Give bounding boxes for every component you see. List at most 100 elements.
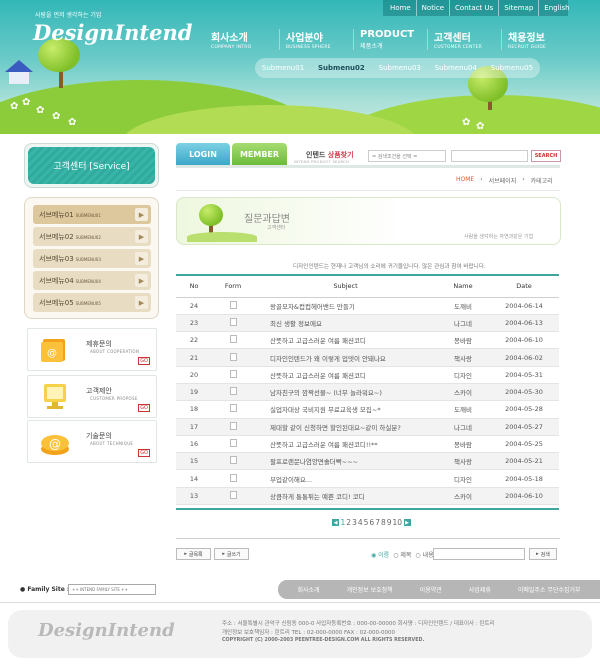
pagination: ◀ 1 2 3 4 5 6 7 8 9 10 ▶	[332, 518, 411, 527]
table-row[interactable]: 24 왕골모자&컵컵헤어밴드 만들기 도깨비 2004-06-14	[176, 297, 559, 315]
prev-page-button[interactable]: ◀	[332, 519, 339, 526]
footer-link-company[interactable]: 회사소개	[298, 585, 320, 594]
product-search-input[interactable]	[451, 150, 528, 162]
logo-tagline: 사람을 먼저 생각하는 기업	[35, 12, 102, 19]
submenu-item-3[interactable]: Submenu03	[379, 64, 421, 72]
topnav-home-link[interactable]: Home	[385, 0, 416, 16]
mainnav-recruit[interactable]: 채용정보 RECRUIT GUIDE	[501, 29, 575, 50]
flower-icon: ✿	[68, 117, 77, 128]
topnav-english-link[interactable]: English	[538, 0, 574, 16]
write-button[interactable]: ▸ 글쓰기	[214, 548, 249, 560]
row-subject-link[interactable]: 최신 생활 정보에요	[254, 314, 437, 333]
row-subject-link[interactable]: 팔프로랜문나염양면솔더빡~~~	[254, 452, 437, 471]
row-subject-link[interactable]: 상큼하게 통통튀는 예쁜 코디! 코디	[254, 487, 437, 506]
table-row[interactable]: 15 팔프로랜문나염양면솔더빡~~~ 책사랑 2004-05-21	[176, 452, 559, 471]
board-search-input[interactable]	[433, 548, 525, 560]
go-button[interactable]: GO	[138, 357, 150, 365]
cooperation-card[interactable]: @ 제휴문의 ABOUT COOPERATION GO	[27, 328, 157, 371]
table-row[interactable]: 20 산뜻하고 고급스러운 여름 패션코디 디자인 2004-05-31	[176, 366, 559, 384]
footer-link-terms[interactable]: 이용약관	[420, 585, 442, 594]
sidebar-item-sublabel: SUBMENU04	[75, 278, 101, 284]
footer-link-email-policy[interactable]: 이메일주소 무단수집거부	[518, 585, 581, 594]
submenu-item-2[interactable]: Submenu02	[318, 64, 365, 72]
search-opt-content[interactable]: ○ 내용	[415, 550, 433, 559]
sidebar-item-5[interactable]: 서브메뉴05 SUBMENU05 ▶	[33, 293, 151, 312]
row-subject-link[interactable]: 남자친구의 깜짝선물~ (너무 놀라워요~)	[254, 383, 437, 402]
breadcrumb-subpage[interactable]: 서브페이지	[489, 176, 517, 185]
member-tab[interactable]: MEMBER	[232, 143, 287, 165]
sidebar-submenu: 서브메뉴01 SUBMENU01 ▶ 서브메뉴02 SUBMENU02 ▶ 서브메뉴…	[24, 197, 159, 319]
board-search-button[interactable]: ▸ 검색	[529, 548, 557, 560]
folder-icon: @	[41, 339, 65, 362]
row-subject-link[interactable]: 부업같이해요...	[254, 469, 437, 488]
next-page-button[interactable]: ▶	[403, 519, 411, 526]
mainnav-customer[interactable]: 고객센터 CUSTOMER CENTER	[427, 29, 501, 50]
row-author: 스카이	[437, 487, 489, 506]
breadcrumb-home[interactable]: HOME	[456, 176, 474, 185]
topnav-contact-link[interactable]: Contact Us	[449, 0, 498, 16]
sidebar-item-4[interactable]: 서브메뉴04 SUBMENU04 ▶	[33, 271, 151, 290]
document-icon	[229, 387, 237, 396]
table-row[interactable]: 14 부업같이해요... 디자인 2004-05-18	[176, 469, 559, 488]
table-row[interactable]: 18 실업자대상 국비지원 무료교육생 모집~* 도깨비 2004-05-28	[176, 400, 559, 419]
table-row[interactable]: 22 산뜻하고 고급스러운 여름 패션코디 봉바람 2004-06-10	[176, 331, 559, 350]
search-opt-title[interactable]: ○ 제목	[393, 550, 411, 559]
mainnav-business[interactable]: 사업분야 BUSINESS SPHERE	[279, 29, 353, 50]
board-table: No Form Subject Name Date 24 왕골모자&컵컵헤어밴드 …	[176, 274, 559, 506]
card-subtitle: ABOUT TECHNIQUE	[90, 441, 134, 446]
search-opt-label: 내용	[422, 552, 434, 559]
mainnav-product[interactable]: PRODUCT 제품소개	[353, 29, 427, 50]
header-banner: ✿ ✿ ✿ ✿ ✿ ✿ ✿ 사람을 먼저 생각하는 기업 DesignInten…	[0, 0, 600, 134]
table-row[interactable]: 21 디자인인텐드가 왜 이렇게 업뎃이 안돼나요 책사랑 2004-06-02	[176, 348, 559, 367]
row-subject-link[interactable]: 산뜻하고 고급스러운 여름 패션코디!!**	[254, 435, 437, 454]
list-button[interactable]: ▸ 글목록	[176, 548, 211, 560]
footer-link-partnership[interactable]: 사업제휴	[469, 585, 491, 594]
row-number: 13	[176, 487, 212, 506]
mainnav-label: 사업분야	[286, 33, 323, 44]
row-form	[212, 435, 254, 454]
row-date: 2004-06-10	[489, 487, 559, 506]
row-date: 2004-06-13	[489, 314, 559, 333]
breadcrumb-category[interactable]: 카테고리	[531, 176, 553, 185]
sidebar-item-1[interactable]: 서브메뉴01 SUBMENU01 ▶	[33, 205, 151, 224]
row-form	[212, 418, 254, 436]
table-row[interactable]: 13 상큼하게 통통튀는 예쁜 코디! 코디 스카이 2004-06-10	[176, 487, 559, 506]
document-icon	[229, 335, 237, 344]
search-condition-select[interactable]: = 검색조건을 선택 =	[368, 150, 446, 162]
site-logo[interactable]: DesignIntend	[33, 20, 192, 45]
technique-card[interactable]: @ 기술문의 ABOUT TECHNIQUE GO	[27, 420, 157, 463]
search-opt-name[interactable]: ◉ 이름	[371, 550, 389, 559]
family-site-select[interactable]: ++ INTEND FAMILY SITE ++	[68, 584, 156, 595]
table-row[interactable]: 19 남자친구의 깜짝선물~ (너무 놀라워요~) 스카이 2004-05-30	[176, 383, 559, 402]
row-subject-link[interactable]: 산뜻하고 고급스러운 여름 패션코디	[254, 366, 437, 384]
footer-link-privacy[interactable]: 개인정보 보호정책	[347, 585, 393, 594]
product-search-button[interactable]: SEARCH	[531, 150, 561, 162]
family-site-label: ● Family Site :	[20, 586, 70, 593]
submenu-item-5[interactable]: Submenu05	[491, 64, 533, 72]
row-subject-link[interactable]: 실업자대상 국비지원 무료교육생 모집~*	[254, 400, 437, 419]
login-tab[interactable]: LOGIN	[176, 143, 230, 165]
mainnav-company[interactable]: 회사소개 COMPANY INTRO	[205, 29, 279, 50]
sidebar-item-3[interactable]: 서브메뉴03 SUBMENU03 ▶	[33, 249, 151, 268]
divider	[176, 190, 560, 191]
row-subject-link[interactable]: 산뜻하고 고급스러운 여름 패션코디	[254, 331, 437, 350]
sidebar-item-2[interactable]: 서브메뉴02 SUBMENU02 ▶	[33, 227, 151, 246]
page-number-link[interactable]: 10	[392, 518, 403, 527]
table-row[interactable]: 16 산뜻하고 고급스러운 여름 패션코디!!** 봉바람 2004-05-25	[176, 435, 559, 454]
proposal-card[interactable]: 고객제안 CUSTOMER PROPOSE GO	[27, 375, 157, 418]
qna-board: No Form Subject Name Date 24 왕골모자&컵컵헤어밴드 …	[176, 274, 559, 506]
row-subject-link[interactable]: 제대할 같이 신청하면 할인된대요~같이 하실분?	[254, 418, 437, 436]
topnav-sitemap-link[interactable]: Sitemap	[498, 0, 538, 16]
flower-icon: ✿	[52, 111, 61, 122]
col-subject: Subject	[254, 274, 437, 298]
table-row[interactable]: 23 최신 생활 정보에요 나그네 2004-06-13	[176, 314, 559, 333]
topnav-notice-link[interactable]: Notice	[415, 0, 449, 16]
table-row[interactable]: 17 제대할 같이 신청하면 할인된대요~같이 하실분? 나그네 2004-05-27	[176, 418, 559, 436]
row-subject-link[interactable]: 디자인인텐드가 왜 이렇게 업뎃이 안돼나요	[254, 348, 437, 367]
submenu-item-1[interactable]: Submenu01	[262, 64, 304, 72]
go-button[interactable]: GO	[138, 449, 150, 457]
row-subject-link[interactable]: 왕골모자&컵컵헤어밴드 만들기	[254, 297, 437, 315]
submenu-item-4[interactable]: Submenu04	[435, 64, 477, 72]
go-button[interactable]: GO	[138, 404, 150, 412]
breadcrumb: HOME › 서브페이지 › 카테고리	[456, 176, 553, 185]
